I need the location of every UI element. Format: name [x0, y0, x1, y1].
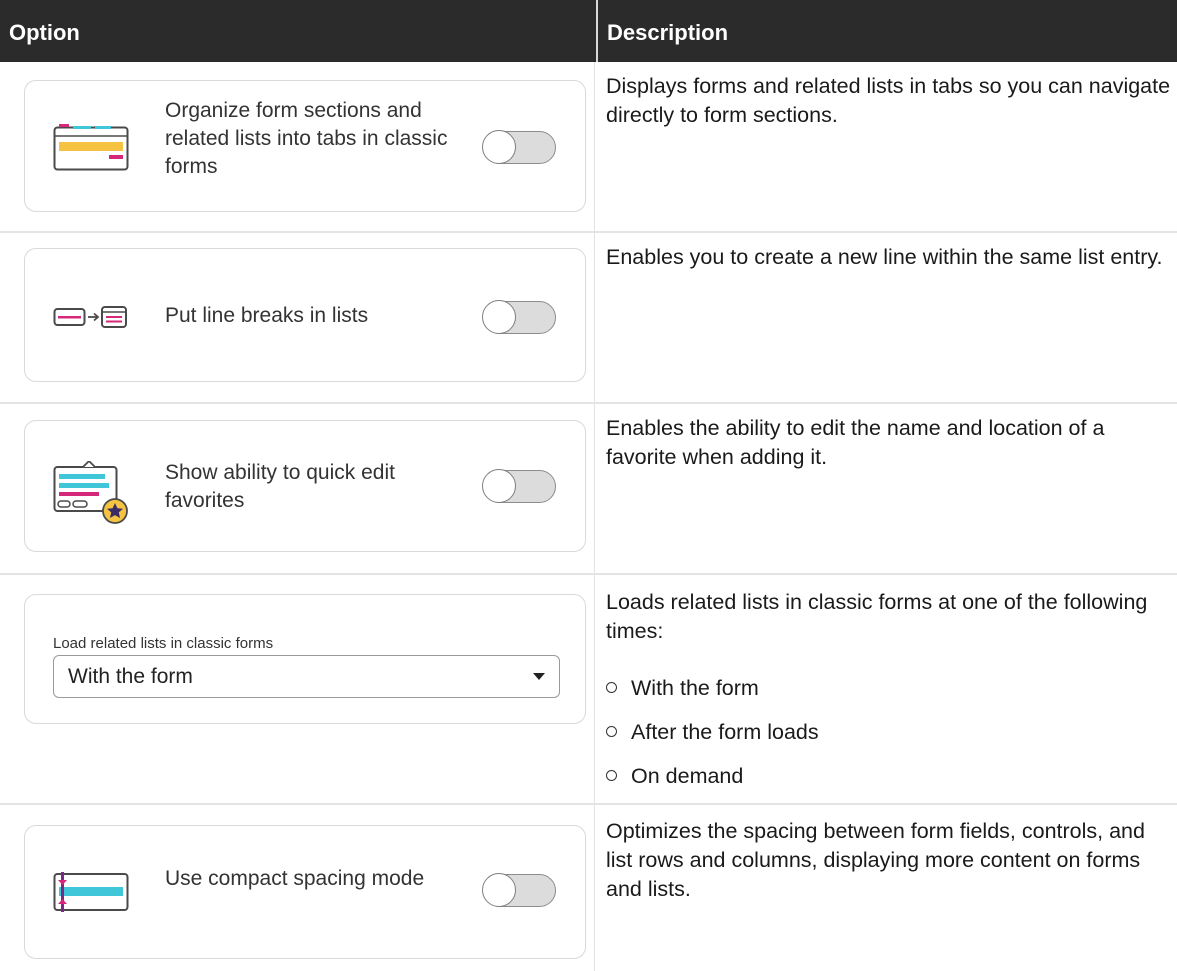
- bullet-item: With the form: [606, 674, 759, 703]
- tabs-form-icon: [53, 124, 129, 171]
- row-divider: [0, 402, 1177, 404]
- favorite-edit-icon: [53, 461, 128, 524]
- description-text: Enables the ability to edit the name and…: [606, 416, 1105, 469]
- select-value: With the form: [68, 665, 193, 688]
- row-divider: [0, 573, 1177, 575]
- toggle-knob: [482, 130, 516, 164]
- bullet-icon: [606, 725, 617, 737]
- toggle-line-breaks[interactable]: [482, 300, 556, 334]
- caret-down-icon: [533, 673, 545, 680]
- row-divider: [0, 231, 1177, 233]
- option-card-line-breaks: Put line breaks in lists: [24, 248, 586, 382]
- header-description: Description: [607, 20, 729, 45]
- option-label: Put line breaks in lists: [165, 304, 369, 327]
- option-label: Organize form sections and related lists…: [165, 99, 448, 178]
- toggle-knob: [482, 873, 516, 907]
- row-divider: [0, 803, 1177, 805]
- option-card-quick-edit: Show ability to quick edit favorites: [24, 420, 586, 552]
- table-header: Option Description: [0, 0, 1177, 62]
- column-divider: [594, 62, 595, 971]
- option-card-load-related: Load related lists in classic forms With…: [24, 594, 586, 724]
- bullet-item: On demand: [606, 762, 743, 791]
- option-label: Use compact spacing mode: [165, 867, 425, 890]
- description-text: Loads related lists in classic forms at …: [606, 590, 1148, 643]
- toggle-quick-edit[interactable]: [482, 469, 556, 503]
- toggle-knob: [482, 469, 516, 503]
- bullet-icon: [606, 769, 617, 781]
- load-related-select[interactable]: With the form: [53, 655, 560, 698]
- description-text: Enables you to create a new line within …: [606, 245, 1163, 269]
- description-text: Optimizes the spacing between form field…: [606, 819, 1145, 901]
- bullet-icon: [606, 681, 617, 693]
- option-label: Show ability to quick edit favorites: [165, 461, 395, 512]
- header-option: Option: [9, 20, 80, 45]
- option-card-compact: Use compact spacing mode: [24, 825, 586, 959]
- header-divider: [596, 0, 598, 62]
- description-text: Displays forms and related lists in tabs…: [606, 74, 1171, 127]
- option-card-tabs: Organize form sections and related lists…: [24, 80, 586, 212]
- compact-spacing-icon: [53, 872, 129, 912]
- line-break-icon: [53, 306, 127, 328]
- toggle-compact[interactable]: [482, 873, 556, 907]
- bullet-item: After the form loads: [606, 718, 819, 747]
- select-label: Load related lists in classic forms: [53, 635, 274, 652]
- toggle-tabs[interactable]: [482, 130, 556, 164]
- toggle-knob: [482, 300, 516, 334]
